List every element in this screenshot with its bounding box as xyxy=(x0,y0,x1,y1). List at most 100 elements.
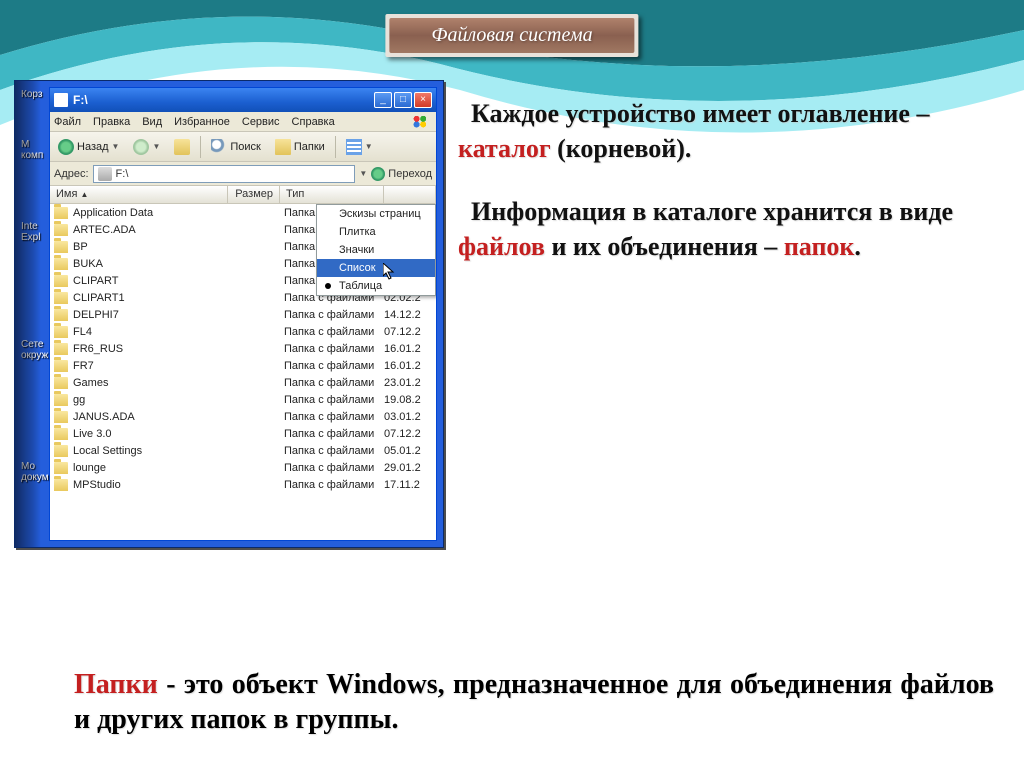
address-label: Адрес: xyxy=(54,168,89,180)
cell-type: Папка с файлами xyxy=(284,309,384,321)
cell-date: 29.01.2 xyxy=(384,462,436,474)
menu-favorites[interactable]: Избранное xyxy=(174,116,230,128)
desktop-label: комп xyxy=(21,150,43,161)
cell-type: Папка с файлами xyxy=(284,411,384,423)
menu-file[interactable]: Файл xyxy=(54,116,81,128)
folder-icon xyxy=(54,360,68,372)
column-name: Имя▲ xyxy=(50,186,228,203)
search-button[interactable]: Поиск xyxy=(207,137,264,157)
cell-name: gg xyxy=(73,394,232,406)
forward-icon xyxy=(133,139,149,155)
folders-button[interactable]: Папки xyxy=(271,137,329,157)
views-button[interactable]: ▼ xyxy=(342,137,377,157)
toolbar: Назад▼ ▼ Поиск Папки ▼ xyxy=(50,132,436,162)
cell-type: Папка с файлами xyxy=(284,360,384,372)
address-value: F:\ xyxy=(116,168,129,180)
views-menu-item-selected[interactable]: Список xyxy=(317,259,435,277)
table-row[interactable]: FR6_RUSПапка с файлами16.01.2 xyxy=(50,340,436,357)
go-button[interactable]: Переход xyxy=(371,167,432,181)
forward-button[interactable]: ▼ xyxy=(129,137,164,157)
table-row[interactable]: JANUS.ADA Папка с файлами03.01.2 xyxy=(50,408,436,425)
desktop-label: окруж xyxy=(21,350,48,361)
table-row[interactable]: Local SettingsПапка с файлами05.01.2 xyxy=(50,442,436,459)
menu-tools[interactable]: Сервис xyxy=(242,116,280,128)
table-row[interactable]: Live 3.0Папка с файлами07.12.2 xyxy=(50,425,436,442)
cell-date: 07.12.2 xyxy=(384,428,436,440)
menu-edit[interactable]: Правка xyxy=(93,116,130,128)
cell-name: Local Settings xyxy=(73,445,232,457)
address-bar: Адрес: F:\ ▼ Переход xyxy=(50,162,436,186)
cell-name: FR7 xyxy=(73,360,232,372)
desktop-label: Expl xyxy=(21,232,40,243)
cell-name: BUKA xyxy=(73,258,232,270)
column-size[interactable]: Размер xyxy=(228,186,280,203)
cell-name: CLIPART xyxy=(73,275,232,287)
menu-bar[interactable]: Файл Правка Вид Избранное Сервис Справка xyxy=(50,112,436,132)
paragraph-1: Каждое устройство имеет оглавление – кат… xyxy=(458,96,1002,166)
folder-icon xyxy=(54,258,68,270)
table-row[interactable]: FL4Папка с файлами07.12.2 xyxy=(50,323,436,340)
menu-help[interactable]: Справка xyxy=(292,116,335,128)
window-title: F:\ xyxy=(73,93,374,107)
table-row[interactable]: GamesПапка с файлами23.01.2 xyxy=(50,374,436,391)
windows-flag-icon xyxy=(410,114,432,130)
folder-icon xyxy=(54,224,68,236)
table-row[interactable]: FR7Папка с файлами16.01.2 xyxy=(50,357,436,374)
window-titlebar[interactable]: F:\ _ □ × xyxy=(50,88,436,112)
paragraph-2: Информация в каталоге хранится в виде фа… xyxy=(458,194,1002,264)
address-input[interactable]: F:\ xyxy=(93,165,356,183)
cell-name: FL4 xyxy=(73,326,232,338)
folder-icon xyxy=(54,445,68,457)
desktop-label: Корз xyxy=(21,89,42,100)
desktop-label: Сете xyxy=(21,339,43,350)
table-row[interactable]: MPStudioПапка с файлами17.11.2 xyxy=(50,476,436,493)
title-text: Файловая система xyxy=(389,18,634,53)
table-row[interactable]: lounge Папка с файлами29.01.2 xyxy=(50,459,436,476)
folders-icon xyxy=(275,139,291,155)
cell-date: 23.01.2 xyxy=(384,377,436,389)
maximize-button[interactable]: □ xyxy=(394,92,412,108)
cell-name: FR6_RUS xyxy=(73,343,232,355)
desktop-label: М xyxy=(21,139,29,150)
views-menu-item[interactable]: Таблица xyxy=(317,277,435,295)
cell-name: Application Data xyxy=(73,207,232,219)
back-button[interactable]: Назад▼ xyxy=(54,137,123,157)
column-date[interactable] xyxy=(384,186,436,203)
file-list[interactable]: Эскизы страниц Плитка Значки Список Табл… xyxy=(50,204,436,540)
cell-type: Папка с файлами xyxy=(284,377,384,389)
cell-type: Папка с файлами xyxy=(284,394,384,406)
title-badge: Файловая система xyxy=(385,14,638,57)
up-button[interactable] xyxy=(170,137,194,157)
column-type[interactable]: Тип xyxy=(280,186,384,203)
drive-icon xyxy=(54,93,68,107)
views-menu-item[interactable]: Значки xyxy=(317,241,435,259)
drive-icon xyxy=(98,167,112,181)
back-icon xyxy=(58,139,74,155)
folder-icon xyxy=(54,462,68,474)
close-button[interactable]: × xyxy=(414,92,432,108)
views-menu[interactable]: Эскизы страниц Плитка Значки Список Табл… xyxy=(316,204,436,296)
cell-name: lounge xyxy=(73,462,232,474)
cell-type: Папка с файлами xyxy=(284,462,384,474)
views-menu-item[interactable]: Плитка xyxy=(317,223,435,241)
desktop-label: Inte xyxy=(21,221,38,232)
table-row[interactable]: DELPHI7 Папка с файлами14.12.2 xyxy=(50,306,436,323)
folder-icon xyxy=(54,394,68,406)
cell-date: 14.12.2 xyxy=(384,309,436,321)
minimize-button[interactable]: _ xyxy=(374,92,392,108)
cell-name: ARTEC.ADA xyxy=(73,224,232,236)
column-headers[interactable]: Имя▲ Размер Тип xyxy=(50,186,436,204)
views-menu-item[interactable]: Эскизы страниц xyxy=(317,205,435,223)
desktop-label: Мо xyxy=(21,461,35,472)
folder-icon xyxy=(54,207,68,219)
cell-name: BP xyxy=(73,241,232,253)
cell-name: JANUS.ADA xyxy=(73,411,232,423)
folder-icon xyxy=(54,411,68,423)
cell-date: 07.12.2 xyxy=(384,326,436,338)
cell-date: 03.01.2 xyxy=(384,411,436,423)
cell-type: Папка с файлами xyxy=(284,479,384,491)
table-row[interactable]: ggПапка с файлами19.08.2 xyxy=(50,391,436,408)
menu-view[interactable]: Вид xyxy=(142,116,162,128)
folder-icon xyxy=(54,343,68,355)
cell-name: DELPHI7 xyxy=(73,309,232,321)
